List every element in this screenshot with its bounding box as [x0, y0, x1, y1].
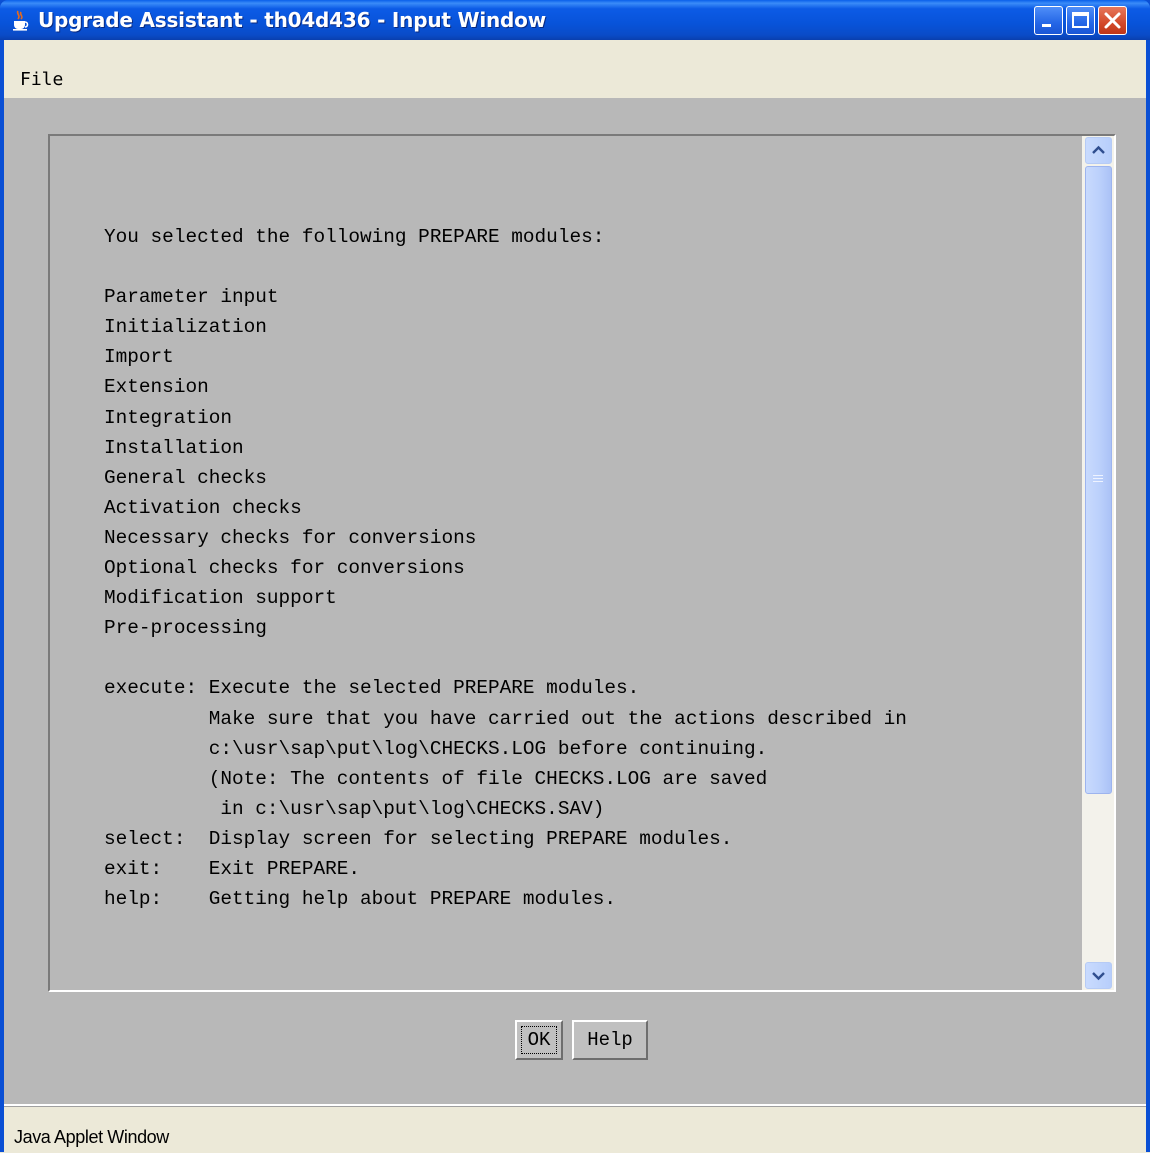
- help-button-label: Help: [587, 1029, 633, 1051]
- chevron-down-icon: [1092, 972, 1105, 981]
- chevron-up-icon: [1092, 145, 1105, 154]
- grip-icon: [1093, 475, 1103, 482]
- status-text: Java Applet Window: [14, 1127, 169, 1147]
- status-bar: [4, 1106, 1146, 1153]
- minimize-button[interactable]: [1034, 6, 1063, 35]
- menubar: [4, 40, 1146, 98]
- maximize-button[interactable]: [1066, 6, 1095, 35]
- prepare-modules-text: You selected the following PREPARE modul…: [104, 226, 907, 911]
- maximize-icon: [1072, 12, 1089, 28]
- minimize-icon: [1042, 24, 1051, 27]
- scroll-up-button[interactable]: [1085, 137, 1112, 164]
- ok-button[interactable]: OK: [515, 1020, 563, 1060]
- help-button[interactable]: Help: [572, 1020, 648, 1060]
- title-bar[interactable]: Upgrade Assistant - th04d436 - Input Win…: [0, 0, 1150, 40]
- scroll-down-button[interactable]: [1085, 962, 1112, 989]
- java-cup-icon: [13, 10, 29, 31]
- focus-ring: [521, 1026, 557, 1054]
- close-icon: [1104, 12, 1121, 29]
- menu-file[interactable]: File: [20, 69, 63, 90]
- window-title: Upgrade Assistant - th04d436 - Input Win…: [38, 8, 546, 32]
- app-window: Upgrade Assistant - th04d436 - Input Win…: [0, 0, 1150, 1153]
- close-button[interactable]: [1098, 6, 1127, 35]
